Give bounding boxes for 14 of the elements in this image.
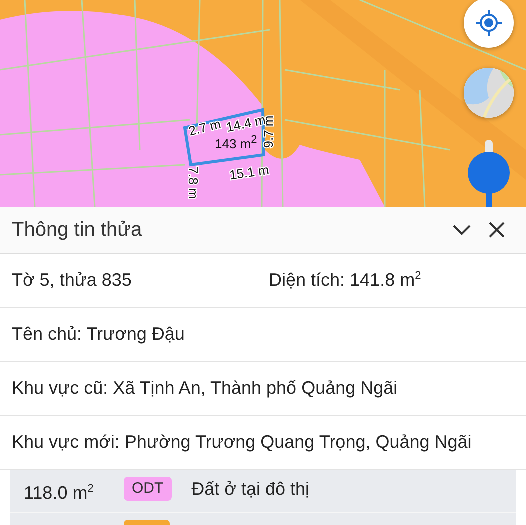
sheet-parcel-number: Tờ 5, thửa 835 xyxy=(12,270,133,291)
edge-length: 7.8 m xyxy=(186,166,201,200)
close-icon xyxy=(488,221,506,239)
slider-handle[interactable] xyxy=(466,140,512,207)
info-text: Khu vực mới: Phường Trương Quang Trọng, Quảng Ngãi xyxy=(12,432,472,453)
area-text: Diện tích: 141.8 m$^{2}$ xyxy=(269,270,422,291)
land-use-code: ODT xyxy=(124,477,172,501)
land-use-area: 118.0 m$^{2}$ xyxy=(24,477,124,505)
info-text: Tên chủ: Trương Đậu xyxy=(12,324,185,345)
panel-title: Thông tin thửa xyxy=(12,218,144,242)
info-text: Khu vực cũ: Xã Tịnh An, Thành phố Quảng Ngãi xyxy=(12,378,398,399)
edge-length: 15.1 m xyxy=(228,162,270,183)
locate-icon xyxy=(475,9,503,37)
land-use-description: Đất ở tại đô thị xyxy=(192,478,310,501)
